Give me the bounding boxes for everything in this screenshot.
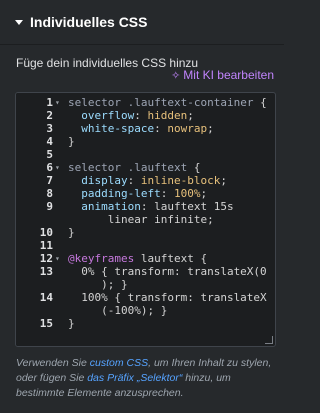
fold-toggle-icon[interactable]: ▾ [55,96,60,109]
selector-prefix-link[interactable]: das Präfix „Selektor“ [87,372,182,384]
code-text: 100% { transform: translateX [68,291,267,304]
edit-with-ai-label: Mit KI bearbeiten [183,68,274,82]
code-text: @keyframes lauftext { [68,252,208,265]
fold-toggle-icon[interactable]: ▾ [55,252,60,265]
line-number: 1 [46,96,53,109]
sparkle-icon: ✧ [171,69,181,82]
help-text: Verwenden Sie custom CSS, um Ihren Inhal… [16,356,278,401]
custom-css-link[interactable]: custom CSS [90,357,148,369]
line-number: 14 [39,291,53,304]
code-text: linear infinite; [68,213,214,226]
caret-down-icon [15,19,23,25]
code-text: } [68,317,75,330]
help-text-part: Verwenden Sie [16,357,90,369]
code-text: padding-left: 100%; [81,187,208,200]
line-number: 9 [46,200,53,213]
line-number: 11 [39,239,53,252]
editor-resize-handle[interactable] [265,336,273,344]
css-code-editor[interactable]: 1 ▾ selector .lauftext-container {2 overfl… [15,92,276,347]
code-text: (-100%); } [68,304,168,317]
line-number: 3 [46,122,53,135]
line-number: 8 [46,187,53,200]
section-title: Individuelles CSS [30,14,148,30]
line-number: 7 [46,174,53,187]
line-number: 2 [46,109,53,122]
line-number: 4 [46,135,53,148]
code-text: ); } [68,278,128,291]
code-text: white-space: nowrap; [81,122,214,135]
line-number: 6 [46,161,53,174]
code-text: overflow: hidden; [81,109,194,122]
code-text: } [68,135,75,148]
code-text: } [68,226,75,239]
code-text: display: inline-block; [81,174,227,187]
code-text: selector .lauftext { [68,161,201,174]
line-number: 5 [46,148,53,161]
code-text: animation: lauftext 15s [81,200,234,213]
code-text: selector .lauftext-container { [68,96,267,109]
fold-toggle-icon[interactable]: ▾ [55,161,60,174]
line-number: 10 [39,226,53,239]
line-number: 12 [39,252,53,265]
section-header-custom-css[interactable]: Individuelles CSS [0,0,284,45]
code-text: 0% { transform: translateX(0 [68,265,267,278]
edit-with-ai-button[interactable]: ✧ Mit KI bearbeiten [171,68,274,82]
line-number: 15 [39,317,53,330]
line-number: 13 [39,265,53,278]
